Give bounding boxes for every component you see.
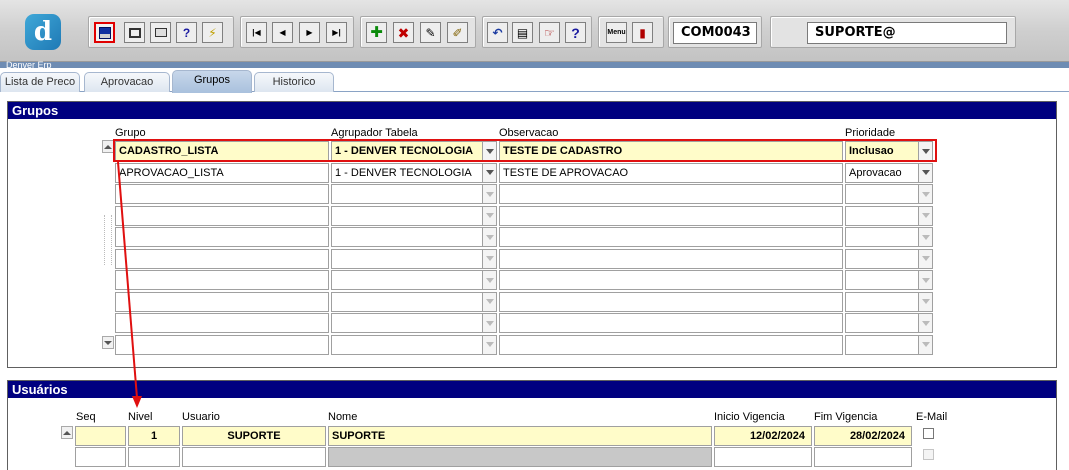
annotation-arrow [117,161,142,408]
